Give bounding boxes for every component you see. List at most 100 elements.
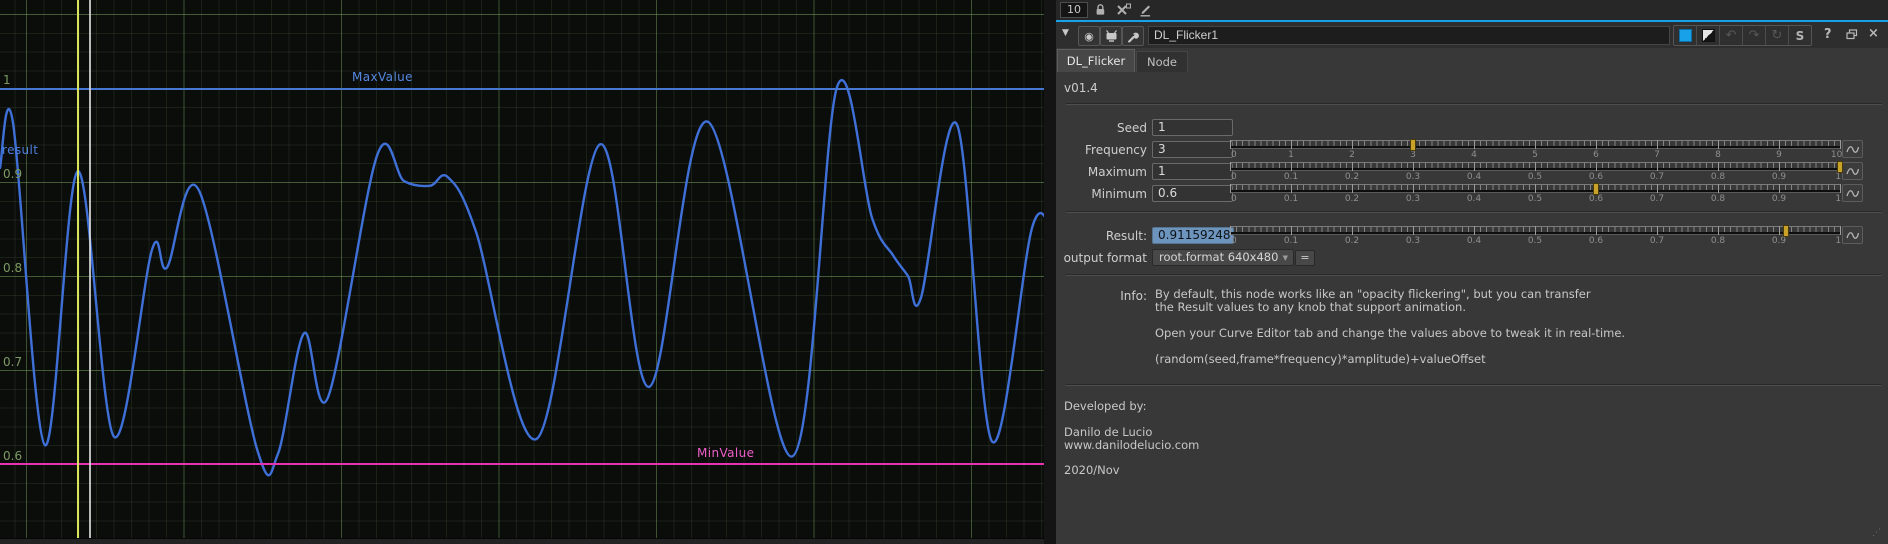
y-axis-tick-label: 0.7 <box>3 355 22 369</box>
slider-marker[interactable] <box>1411 140 1415 150</box>
node-name-input[interactable] <box>1148 26 1670 45</box>
gl-color-swatch-button[interactable] <box>1697 26 1720 45</box>
slider-marker[interactable] <box>1594 184 1598 194</box>
playhead-line[interactable] <box>77 0 79 538</box>
min-value-line[interactable] <box>0 463 1044 465</box>
revert-button[interactable]: ↻ <box>1766 26 1789 45</box>
slider-tick-label: 0 <box>1231 150 1237 160</box>
slider-tick-label: 0.8 <box>1711 236 1725 246</box>
info-label: Info: <box>1056 289 1147 303</box>
info-text: By default, this node works like an "opa… <box>1155 288 1755 379</box>
maximum-label: Maximum <box>1056 165 1147 179</box>
seed-label: Seed <box>1056 121 1147 135</box>
slider-major-tick <box>1779 140 1780 149</box>
slider-major-tick <box>1352 184 1353 193</box>
center-node-button[interactable]: ◉ <box>1078 26 1100 46</box>
y-axis-tick-label: 1 <box>3 73 11 87</box>
header-button-group: ↶ ↷ ↻ S <box>1673 25 1812 46</box>
slider-tick-label: 1 <box>1835 194 1841 204</box>
slider-tick-label: 0.3 <box>1406 236 1420 246</box>
frequency-field[interactable]: 3 <box>1152 141 1233 158</box>
slider-major-tick <box>1230 226 1231 235</box>
output-format-dropdown[interactable]: root.format 640x480 ▼ <box>1152 249 1294 266</box>
monitor-icon <box>1105 30 1118 42</box>
resize-grip[interactable]: ⋰ <box>1872 528 1882 538</box>
animation-curve-button[interactable] <box>1842 162 1863 180</box>
max-value-line[interactable] <box>0 88 1044 90</box>
close-all-panels-icon[interactable] <box>1116 3 1131 20</box>
settings-button[interactable]: S <box>1789 26 1811 45</box>
slider-tick-label: 0.6 <box>1589 236 1603 246</box>
slider-tick-label: 1 <box>1288 150 1294 160</box>
frequency-slider[interactable]: 012345678910 <box>1230 140 1862 160</box>
curve-icon <box>1846 167 1859 176</box>
slider-major-tick <box>1291 226 1292 235</box>
slider-major-tick <box>1657 140 1658 149</box>
slider-tick-label: 6 <box>1593 150 1599 160</box>
slider-tick-label: 0 <box>1231 236 1237 246</box>
revert-icon: ↻ <box>1772 28 1783 43</box>
min-value-label: MinValue <box>697 446 754 460</box>
minimum-field[interactable]: 0.6 <box>1152 185 1233 202</box>
slider-major-tick <box>1474 184 1475 193</box>
animation-curve-button[interactable] <box>1842 140 1863 158</box>
horizontal-scrollbar[interactable] <box>0 538 1044 544</box>
y-axis-tick-label: 0.8 <box>3 261 22 275</box>
monitor-button[interactable] <box>1100 26 1122 46</box>
edit-pencil-icon[interactable] <box>1138 3 1152 20</box>
frequency-label: Frequency <box>1056 143 1147 157</box>
minimum-slider[interactable]: 00.10.20.30.40.50.60.70.80.91 <box>1230 184 1862 204</box>
curve-editor-graph[interactable]: MaxValue MinValue result 10.90.80.70.6 <box>0 0 1044 544</box>
animation-curve-button[interactable] <box>1842 226 1863 244</box>
divider <box>1066 274 1882 276</box>
slider-tick-label: 0.7 <box>1650 194 1664 204</box>
result-curve-label: result <box>2 143 38 157</box>
collapse-panel-icon[interactable]: ▼ <box>1062 28 1069 38</box>
slider-tick-label: 0.5 <box>1528 194 1542 204</box>
result-field[interactable]: 0.91159248 <box>1152 227 1234 244</box>
help-button[interactable]: ? <box>1824 27 1832 42</box>
slider-tick-label: 0.5 <box>1528 236 1542 246</box>
slider-major-tick <box>1474 226 1475 235</box>
lock-icon[interactable] <box>1094 3 1107 20</box>
slider-marker[interactable] <box>1784 226 1788 236</box>
tab-bar: DL_Flicker Node <box>1056 49 1888 72</box>
seed-field[interactable]: 1 <box>1152 119 1233 136</box>
animation-curve-button[interactable] <box>1842 184 1863 202</box>
slider-tick-label: 0.3 <box>1406 172 1420 182</box>
maximum-field[interactable]: 1 <box>1152 163 1233 180</box>
slider-major-tick <box>1779 162 1780 171</box>
wrench-button[interactable] <box>1122 26 1144 46</box>
node-color-swatch-button[interactable] <box>1674 26 1697 45</box>
tab-dl-flicker[interactable]: DL_Flicker <box>1057 49 1135 72</box>
slider-major-tick <box>1718 140 1719 149</box>
slider-major-tick <box>1657 184 1658 193</box>
slider-tick-label: 0.6 <box>1589 194 1603 204</box>
slider-tick-label: 0.9 <box>1772 172 1786 182</box>
curve-icon <box>1846 189 1859 198</box>
float-panel-icon[interactable] <box>1846 29 1858 44</box>
max-panels-field[interactable]: 10 <box>1060 2 1088 18</box>
slider-tick-label: 0.1 <box>1284 236 1298 246</box>
slider-major-tick <box>1718 184 1719 193</box>
slider-tick-label: 8 <box>1715 150 1721 160</box>
result-slider[interactable]: 00.10.20.30.40.50.60.70.80.91 <box>1230 226 1862 246</box>
slider-tick-label: 0.7 <box>1650 236 1664 246</box>
slider-marker[interactable] <box>1838 162 1842 172</box>
tab-node[interactable]: Node <box>1136 51 1188 72</box>
slider-major-tick <box>1352 140 1353 149</box>
slider-tick-label: 1 <box>1835 172 1841 182</box>
slider-tick-label: 9 <box>1776 150 1782 160</box>
frame-cursor-line <box>89 0 91 538</box>
equals-button[interactable]: = <box>1295 250 1315 266</box>
slider-major-tick <box>1596 226 1597 235</box>
close-panel-icon[interactable]: × <box>1868 26 1879 41</box>
redo-button[interactable]: ↷ <box>1743 26 1766 45</box>
slider-tick-label: 4 <box>1471 150 1477 160</box>
divider <box>1066 103 1882 105</box>
curve-icon <box>1846 145 1859 154</box>
maximum-slider[interactable]: 00.10.20.30.40.50.60.70.80.91 <box>1230 162 1862 182</box>
minimum-label: Minimum <box>1056 187 1147 201</box>
nuke-window: MaxValue MinValue result 10.90.80.70.6 1… <box>0 0 1888 544</box>
undo-button[interactable]: ↶ <box>1720 26 1743 45</box>
